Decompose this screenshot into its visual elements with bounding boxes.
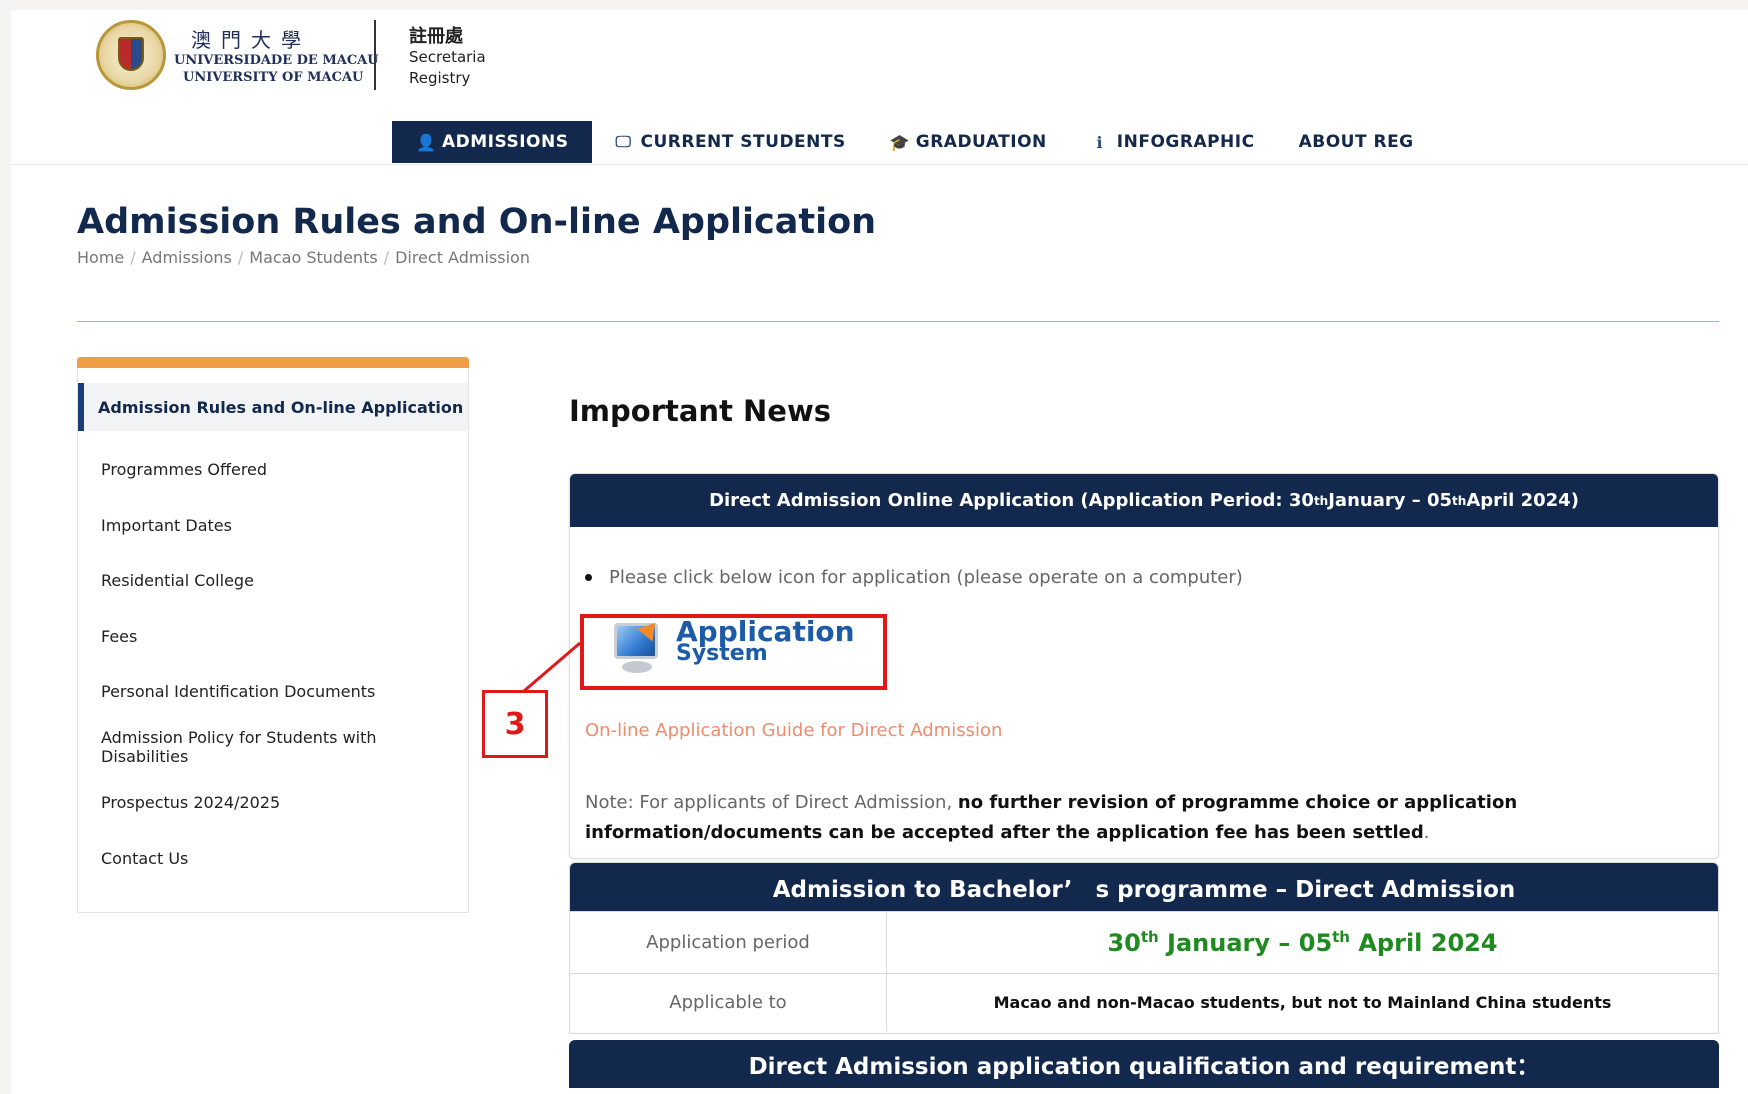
annotation-highlight-box — [580, 614, 887, 690]
annotation-step-number: 3 — [482, 690, 548, 758]
page: 澳門大學 UNIVERSIDADE DE MACAU UNIVERSITY OF… — [11, 10, 1748, 1094]
annotation-connector — [523, 641, 581, 693]
